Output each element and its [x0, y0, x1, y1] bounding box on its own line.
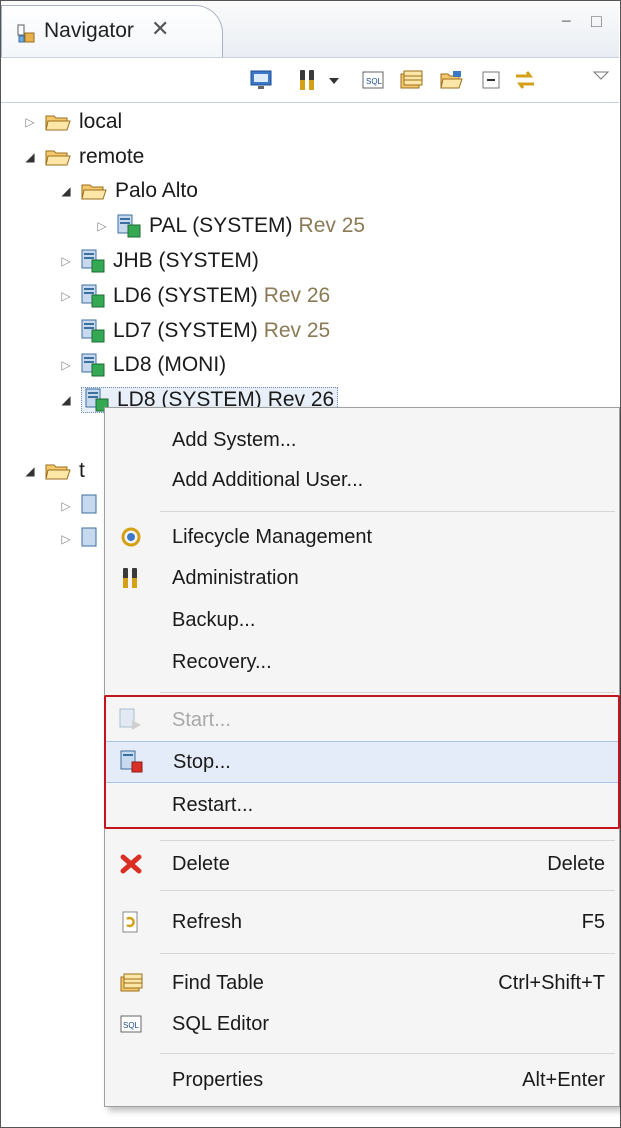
- system-icon: [81, 494, 97, 514]
- menu-item-refresh[interactable]: Refresh F5: [105, 902, 619, 942]
- node-label: local: [79, 110, 123, 133]
- menu-item-delete[interactable]: Delete Delete: [105, 844, 619, 884]
- expand-arrow-icon[interactable]: ▷: [59, 358, 73, 372]
- system-icon: [81, 249, 105, 273]
- find-table-icon: [120, 973, 143, 992]
- svg-text:SQL: SQL: [366, 77, 383, 86]
- folder-icon: [45, 115, 71, 131]
- system-icon: [117, 214, 141, 238]
- revision-label: Rev 26: [263, 284, 331, 307]
- menu-item-add-user[interactable]: Add Additional User...: [105, 460, 619, 500]
- menu-separator: [160, 953, 615, 954]
- node-label: JHB (SYSTEM): [113, 249, 259, 272]
- node-label: Palo Alto: [115, 179, 198, 202]
- navigator-tree: ▷ local ◢ remote ◢ Palo Alto ▷ PAL (SYST…: [1, 102, 619, 547]
- sql-icon: SQL: [120, 1015, 142, 1033]
- tree-node-remote[interactable]: ◢ remote: [23, 140, 144, 174]
- maximize-icon[interactable]: □: [591, 11, 602, 32]
- collapse-arrow-icon[interactable]: ◢: [23, 464, 37, 478]
- close-icon[interactable]: ✕: [151, 16, 169, 42]
- view-tab-bar: Navigator ✕ − □: [1, 1, 619, 58]
- tree-node-ld7[interactable]: LD7 (SYSTEM) Rev 25: [81, 314, 330, 348]
- open-folder-icon[interactable]: [439, 68, 463, 92]
- expand-arrow-icon[interactable]: ▷: [59, 254, 73, 268]
- system-icon: [81, 319, 105, 343]
- node-label: LD7 (SYSTEM): [113, 319, 258, 342]
- tree-node-palo-alto[interactable]: ◢ Palo Alto: [59, 174, 198, 208]
- folder-icon: [45, 464, 71, 480]
- menu-separator: [160, 1053, 615, 1054]
- system-icon: [81, 527, 97, 547]
- menu-separator: [160, 692, 615, 693]
- menu-item-lifecycle[interactable]: Lifecycle Management: [105, 517, 619, 557]
- menu-separator: [160, 840, 615, 841]
- system-monitor-icon[interactable]: [249, 68, 273, 92]
- node-label: remote: [79, 145, 145, 168]
- refresh-icon: [122, 911, 138, 933]
- folder-icon: [45, 150, 71, 166]
- collapse-arrow-icon[interactable]: ◢: [23, 150, 37, 164]
- expand-arrow-icon[interactable]: ▷: [59, 289, 73, 303]
- tree-node-ld8-moni[interactable]: ▷ LD8 (MONI): [59, 348, 226, 382]
- menu-item-find-table[interactable]: Find Table Ctrl+Shift+T: [105, 963, 619, 1003]
- administration-icon: [123, 568, 137, 588]
- menu-separator: [160, 890, 615, 891]
- delete-icon: [120, 854, 142, 874]
- administration-icon[interactable]: [296, 68, 320, 92]
- shortcut-label: Delete: [547, 853, 605, 875]
- menu-item-properties[interactable]: Properties Alt+Enter: [105, 1060, 619, 1100]
- sql-icon[interactable]: SQL: [361, 68, 385, 92]
- lifecycle-icon: [121, 527, 141, 547]
- node-label: PAL (SYSTEM): [149, 214, 293, 237]
- expand-arrow-icon[interactable]: ▷: [59, 499, 73, 513]
- minimize-icon[interactable]: −: [561, 11, 572, 32]
- tab-title: Navigator: [44, 19, 134, 42]
- shortcut-label: Ctrl+Shift+T: [498, 972, 605, 994]
- svg-text:SQL: SQL: [123, 1021, 140, 1030]
- system-icon: [81, 353, 105, 377]
- collapse-all-icon[interactable]: [479, 68, 503, 92]
- menu-item-add-system[interactable]: Add System...: [105, 420, 619, 460]
- dropdown-arrow-icon[interactable]: [326, 68, 342, 92]
- menu-separator: [160, 511, 615, 512]
- find-table-icon[interactable]: [399, 68, 423, 92]
- menu-item-sql-editor[interactable]: SQL SQL Editor: [105, 1004, 619, 1044]
- view-menu-icon[interactable]: [591, 64, 611, 88]
- shortcut-label: F5: [581, 911, 605, 933]
- menu-item-administration[interactable]: Administration: [105, 558, 619, 598]
- collapse-arrow-icon[interactable]: ◢: [59, 393, 73, 407]
- link-editor-icon[interactable]: [513, 68, 537, 92]
- navigator-tab[interactable]: Navigator ✕: [1, 5, 223, 58]
- tree-node-t[interactable]: ◢ t: [23, 454, 85, 488]
- shortcut-label: Alt+Enter: [522, 1069, 605, 1091]
- node-label: LD6 (SYSTEM): [113, 284, 258, 307]
- collapse-arrow-icon[interactable]: ◢: [59, 184, 73, 198]
- tree-node-ld6[interactable]: ▷ LD6 (SYSTEM) Rev 26: [59, 279, 330, 313]
- expand-arrow-icon[interactable]: ▷: [23, 115, 37, 129]
- menu-item-backup[interactable]: Backup...: [105, 600, 619, 640]
- expand-arrow-icon[interactable]: ▷: [59, 532, 73, 546]
- node-label: t: [79, 459, 85, 482]
- tree-node-pal[interactable]: ▷ PAL (SYSTEM) Rev 25: [95, 209, 365, 243]
- navigator-icon: [17, 24, 35, 43]
- folder-icon: [81, 184, 107, 200]
- system-icon: [81, 284, 105, 308]
- node-label: LD8 (MONI): [113, 353, 227, 376]
- highlight-box: [104, 695, 620, 829]
- tree-node-local[interactable]: ▷ local: [23, 105, 122, 139]
- menu-item-recovery[interactable]: Recovery...: [105, 642, 619, 682]
- expand-arrow-icon[interactable]: ▷: [95, 219, 109, 233]
- view-toolbar: SQL: [1, 57, 619, 103]
- tree-node-jhb[interactable]: ▷ JHB (SYSTEM): [59, 244, 259, 278]
- revision-label: Rev 25: [298, 214, 366, 237]
- revision-label: Rev 25: [263, 319, 331, 342]
